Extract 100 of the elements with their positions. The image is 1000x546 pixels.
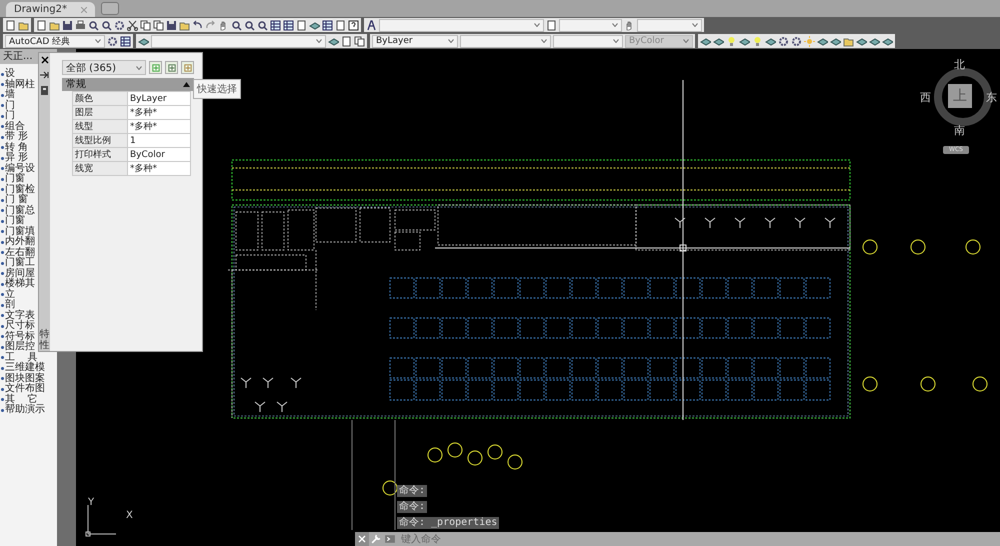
compass-label[interactable]: 北 [954,59,965,71]
dropdown[interactable]: AutoCAD 经典 [5,34,105,48]
copy-icon[interactable] [153,20,164,30]
menu-item[interactable]: 楼梯其 [5,279,35,290]
layer-icon[interactable] [830,36,841,46]
auto-hide-icon[interactable] [39,70,50,81]
copy-icon[interactable] [140,20,151,30]
gear-icon[interactable] [107,36,118,46]
folder-icon[interactable] [843,36,854,46]
layer-icon[interactable] [328,36,339,46]
menu-item[interactable]: 剖 [5,300,15,310]
menu-item[interactable]: 门窗检 [5,184,35,195]
menu-item[interactable]: 房间屋 [5,268,35,279]
text-style-icon[interactable] [366,20,377,30]
table-icon[interactable] [283,20,294,30]
gear-icon[interactable] [114,20,125,30]
menu-item[interactable]: 设 [5,69,15,80]
magnifier-icon[interactable] [231,20,242,30]
property-value[interactable]: 1 [128,134,190,148]
new-document-icon[interactable] [546,20,557,30]
layer-icon[interactable] [138,36,149,46]
layer-icon[interactable] [765,36,776,46]
compass-label[interactable]: 西 [920,92,931,104]
section-header[interactable]: 常规 [62,78,194,91]
menu-item[interactable]: 图层控 [5,342,35,352]
compass-label[interactable]: 东 [986,92,997,104]
menu-item[interactable]: 门 窗 [5,195,28,206]
layer-icon[interactable] [869,36,880,46]
menu-item[interactable]: 门窗 [5,174,25,184]
menu-item[interactable]: 帮助演示 [5,405,45,416]
menu-item[interactable]: 其 它 [5,394,38,405]
menu-item[interactable]: 立 [5,290,15,300]
new-document-icon[interactable] [5,20,16,30]
save-icon[interactable] [166,20,177,30]
menu-item[interactable]: 左右翻 [5,248,35,258]
magnifier-icon[interactable] [244,20,255,30]
dropdown[interactable]: ByLayer [372,34,458,48]
menu-item[interactable]: 三维建模 [5,363,45,374]
layer-icon[interactable] [713,36,724,46]
command-input-field[interactable]: 键入命令 [397,532,1000,546]
menu-item[interactable]: 图块图案 [5,374,45,384]
scissors-icon[interactable] [127,20,138,30]
gear-icon[interactable] [791,36,802,46]
prompt-icon[interactable] [383,532,397,546]
property-value[interactable]: *多种* [128,120,190,134]
layer-icon[interactable] [882,36,893,46]
quick-select-button[interactable] [181,61,194,74]
menu-item[interactable]: 组合 [5,122,25,132]
menu-item[interactable]: 门 [5,111,15,122]
layer-icon[interactable] [739,36,750,46]
folder-icon[interactable] [179,20,190,30]
magnifier-icon[interactable] [88,20,99,30]
collapse-arrow-icon[interactable] [183,82,190,87]
save-icon[interactable] [62,20,73,30]
menu-item[interactable]: 门 [5,100,15,111]
toggle-pickadd-button[interactable] [149,61,162,74]
layer-icon[interactable] [309,20,320,30]
property-value[interactable]: *多种* [128,162,190,176]
layer-icon[interactable] [856,36,867,46]
help-icon[interactable] [348,20,359,30]
magnifier-icon[interactable] [257,20,268,30]
light-bulb-icon[interactable] [726,36,737,46]
menu-item[interactable]: 门窗工 [5,258,35,268]
menu-item[interactable]: 门窗 [5,216,25,226]
menu-item[interactable]: 带 形 [5,132,28,142]
folder-icon[interactable] [18,20,29,30]
close-button[interactable] [40,56,48,66]
undo-icon[interactable] [192,20,203,30]
compass-label[interactable]: 南 [954,125,965,137]
table-icon[interactable] [322,20,333,30]
gear-icon[interactable] [778,36,789,46]
table-icon[interactable] [120,36,131,46]
layer-icon[interactable] [817,36,828,46]
menu-item[interactable]: 文件布图 [5,384,45,394]
new-document-icon[interactable] [335,20,346,30]
menu-item[interactable]: 墙 [5,90,15,100]
menu-item[interactable]: 内外翻 [5,237,35,248]
options-icon[interactable] [39,85,50,96]
property-value[interactable]: ByColor [128,148,190,162]
menu-item[interactable]: 转 角 [5,142,28,153]
menu-item[interactable]: 异 形 [5,153,28,164]
dropdown[interactable]: 全部 (365) [62,60,146,75]
light-bulb-icon[interactable] [752,36,763,46]
menu-item[interactable]: 门窗填 [5,226,35,237]
new-document-icon[interactable] [36,20,47,30]
new-document-icon[interactable] [296,20,307,30]
property-value[interactable]: *多种* [128,106,190,120]
copy-icon[interactable] [354,36,365,46]
menu-item[interactable]: 轴网柱 [5,80,35,90]
new-document-icon[interactable] [341,36,352,46]
layer-icon[interactable] [700,36,711,46]
select-objects-button[interactable] [165,61,178,74]
property-value[interactable]: ByLayer [128,92,190,106]
menu-item[interactable]: 符号标 [5,332,35,342]
table-icon[interactable] [270,20,281,30]
magnifier-icon[interactable] [101,20,112,30]
file-tab[interactable]: Drawing2* [6,2,95,17]
printer-icon[interactable] [75,20,86,30]
folder-icon[interactable] [49,20,60,30]
menu-item[interactable]: 尺寸标 [5,321,35,332]
